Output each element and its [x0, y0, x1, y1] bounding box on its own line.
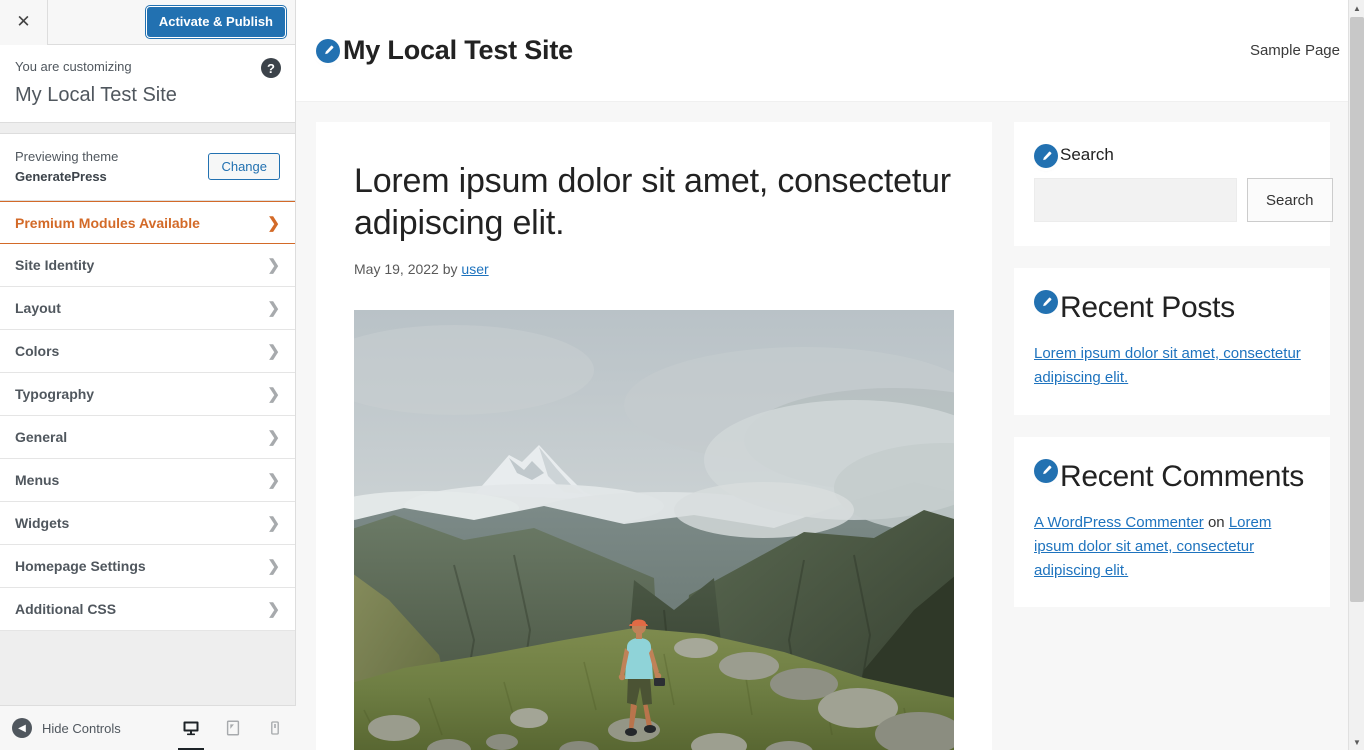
post-article: Lorem ipsum dolor sit amet, consectetur … [316, 122, 992, 750]
sidebar-item-label: Homepage Settings [15, 558, 146, 575]
customizer-menu: Premium Modules Available ❯ Site Identit… [0, 201, 295, 632]
customizing-label: You are customizing [15, 59, 132, 74]
customizing-header: You are customizing My Local Test Site ? [0, 45, 295, 123]
scroll-up-arrow[interactable]: ▲ [1349, 0, 1364, 16]
search-button[interactable]: Search [1247, 178, 1333, 222]
sidebar-item-label: Additional CSS [15, 601, 117, 618]
chevron-right-icon: ❯ [267, 343, 280, 361]
search-widget-head: Search [1034, 144, 1310, 168]
previewing-theme-label: Previewing theme [15, 148, 119, 164]
site-preview: My Local Test Site Sample Page Lorem ips… [296, 0, 1364, 750]
recent-posts-title: Recent Posts [1060, 291, 1235, 324]
activate-publish-button[interactable]: Activate & Publish [146, 6, 285, 38]
search-widget-title: Search [1060, 145, 1114, 164]
sidebar-item-general[interactable]: General ❯ [0, 416, 295, 460]
chevron-right-icon: ❯ [267, 515, 280, 533]
sidebar-item-label: Widgets [15, 515, 70, 532]
sidebar-item-label: Site Identity [15, 257, 95, 274]
nav-item-sample-page[interactable]: Sample Page [1250, 42, 1340, 59]
sidebar-item-colors[interactable]: Colors ❯ [0, 330, 295, 374]
mobile-icon [271, 721, 279, 735]
sidebar-item-layout[interactable]: Layout ❯ [0, 287, 295, 331]
commenter-link[interactable]: A WordPress Commenter [1034, 514, 1204, 531]
chevron-right-icon: ❯ [267, 472, 280, 490]
recent-posts-list: Lorem ipsum dolor sit amet, consectetur … [1034, 342, 1310, 391]
device-tablet-button[interactable] [212, 706, 254, 750]
recent-posts-head: Recent Posts [1034, 290, 1310, 326]
recent-comments-list: A WordPress Commenter on Lorem ipsum dol… [1034, 511, 1310, 584]
customizer-screen: ✕ Activate & Publish You are customizing… [0, 0, 1364, 750]
chevron-right-icon: ❯ [267, 601, 280, 619]
post-by-word: by [442, 261, 458, 278]
recent-posts-widget: Recent Posts Lorem ipsum dolor sit amet,… [1014, 268, 1330, 415]
device-mobile-button[interactable] [254, 706, 296, 750]
change-theme-button[interactable]: Change [208, 153, 280, 181]
tablet-icon [226, 720, 240, 736]
previewing-theme-row: Previewing theme GeneratePress Change [0, 132, 295, 202]
sidebar-item-premium-modules[interactable]: Premium Modules Available ❯ [0, 201, 295, 245]
sidebar-item-label: Typography [15, 386, 95, 403]
scroll-down-arrow[interactable]: ▼ [1349, 734, 1364, 750]
sidebar-item-label: Colors [15, 343, 60, 360]
arrow-left-icon: ◀ [12, 718, 32, 738]
chevron-right-icon: ❯ [267, 214, 280, 232]
device-preview-controls [170, 706, 296, 750]
site-nav: Sample Page [1250, 42, 1340, 60]
search-widget: Search Search [1014, 122, 1333, 246]
preview-body: Lorem ipsum dolor sit amet, consectetur … [296, 102, 1364, 750]
sidebar-item-site-identity[interactable]: Site Identity ❯ [0, 244, 295, 288]
site-header: My Local Test Site Sample Page [296, 0, 1364, 102]
desktop-icon [183, 721, 199, 736]
device-desktop-button[interactable] [170, 706, 212, 750]
hide-controls-button[interactable]: ◀ Hide Controls [0, 718, 121, 738]
search-row: Search [1034, 178, 1333, 222]
site-title[interactable]: My Local Test Site [343, 35, 573, 66]
edit-pencil-icon[interactable] [1034, 144, 1058, 168]
customizer-topbar: ✕ Activate & Publish [0, 0, 295, 45]
edit-pencil-icon[interactable] [1034, 458, 1058, 483]
scrollbar-thumb[interactable] [1350, 17, 1364, 602]
recent-comments-head: Recent Comments [1034, 458, 1310, 495]
help-icon[interactable]: ? [261, 58, 281, 78]
edit-pencil-icon[interactable] [316, 38, 340, 63]
post-date: May 19, 2022 [354, 261, 439, 278]
sidebar-item-widgets[interactable]: Widgets ❯ [0, 502, 295, 546]
chevron-right-icon: ❯ [267, 257, 280, 275]
previewing-theme-text: Previewing theme GeneratePress [15, 147, 208, 187]
post-author-link[interactable]: user [461, 261, 488, 277]
recent-comments-widget: Recent Comments A WordPress Commenter on… [1014, 436, 1330, 608]
chevron-right-icon: ❯ [267, 300, 280, 318]
close-icon[interactable]: ✕ [0, 0, 48, 45]
sidebar-item-homepage-settings[interactable]: Homepage Settings ❯ [0, 545, 295, 589]
widget-sidebar: Search Search Recent Posts Lorem ipsum d… [1014, 122, 1333, 750]
featured-image [354, 310, 954, 750]
post-title: Lorem ipsum dolor sit amet, consectetur … [354, 162, 951, 243]
sidebar-item-label: Premium Modules Available [15, 214, 200, 231]
chevron-right-icon: ❯ [267, 558, 280, 576]
edit-pencil-icon[interactable] [1034, 290, 1058, 314]
customizer-site-title: My Local Test Site [15, 83, 177, 106]
recent-post-link[interactable]: Lorem ipsum dolor sit amet, consectetur … [1034, 345, 1301, 386]
sidebar-item-additional-css[interactable]: Additional CSS ❯ [0, 588, 295, 632]
sidebar-item-label: Layout [15, 300, 61, 317]
recent-comments-title: Recent Comments [1060, 459, 1304, 493]
chevron-right-icon: ❯ [267, 386, 280, 404]
post-meta: May 19, 2022 by user [354, 261, 954, 277]
sidebar-item-label: Menus [15, 472, 60, 489]
sidebar-item-label: General [15, 429, 68, 446]
search-input[interactable] [1034, 178, 1237, 222]
content-column: Lorem ipsum dolor sit amet, consectetur … [316, 122, 992, 750]
comment-on-word: on [1207, 513, 1225, 531]
sidebar-item-typography[interactable]: Typography ❯ [0, 373, 295, 417]
theme-name: GeneratePress [15, 168, 107, 184]
customizer-footer: ◀ Hide Controls [0, 705, 296, 750]
browser-scrollbar[interactable]: ▲ ▼ [1348, 0, 1364, 750]
customizer-sidebar: ✕ Activate & Publish You are customizing… [0, 0, 296, 750]
sidebar-item-menus[interactable]: Menus ❯ [0, 459, 295, 503]
hide-controls-label: Hide Controls [42, 720, 121, 736]
chevron-right-icon: ❯ [267, 429, 280, 447]
